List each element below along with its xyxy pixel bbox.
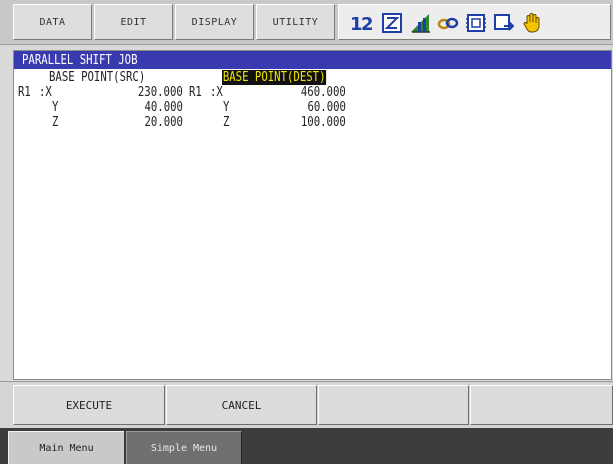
display-menu-button[interactable]: DISPLAY — [175, 4, 254, 40]
src-base-point-header: BASE POINT(SRC) — [49, 70, 146, 85]
svg-text:2: 2 — [361, 14, 374, 34]
execute-button[interactable]: EXECUTE — [13, 385, 165, 425]
data-menu-button[interactable]: DATA — [13, 4, 92, 40]
window-title: PARALLEL SHIFT JOB — [22, 53, 138, 68]
dest-header-highlight: BASE POINT(DEST) — [222, 70, 327, 85]
dest-z-value[interactable]: 100.000 — [301, 115, 346, 130]
memory-icon — [466, 14, 486, 32]
top-menu-bar: DATA EDIT DISPLAY UTILITY 1 2 — [0, 0, 613, 45]
dest-x-label: :X — [210, 85, 223, 100]
main-menu-button[interactable]: Main Menu — [8, 431, 124, 464]
src-z-label: Z — [52, 115, 59, 130]
link-icon — [437, 17, 459, 30]
src-y-label: Y — [52, 100, 59, 115]
dest-z-label: Z — [223, 115, 230, 130]
dest-x-value[interactable]: 460.000 — [301, 85, 346, 100]
src-z-value[interactable]: 20.000 — [144, 115, 183, 130]
function-key-3[interactable] — [318, 385, 469, 425]
function-key-bar: EXECUTE CANCEL — [0, 381, 613, 428]
window-title-bar: PARALLEL SHIFT JOB — [14, 51, 611, 69]
edit-menu-button[interactable]: EDIT — [94, 4, 173, 40]
screen-transfer-icon — [494, 14, 515, 31]
dest-base-point-header: BASE POINT(DEST) — [222, 70, 327, 85]
hand-stop-icon — [523, 13, 540, 33]
src-x-value[interactable]: 230.000 — [138, 85, 183, 100]
dest-y-label: Y — [223, 100, 230, 115]
simple-menu-button[interactable]: Simple Menu — [126, 431, 242, 464]
src-robot-label: R1 — [18, 85, 31, 100]
dest-robot-label: R1 — [189, 85, 202, 100]
edit-lock-icon — [382, 13, 402, 33]
chart-tool-icon — [411, 14, 430, 33]
cancel-button[interactable]: CANCEL — [166, 385, 317, 425]
dest-y-value[interactable]: 60.000 — [307, 100, 346, 115]
parallel-shift-job-window: PARALLEL SHIFT JOB BASE POINT(SRC) BASE … — [13, 50, 612, 380]
function-key-4[interactable] — [470, 385, 613, 425]
bottom-menu-bar: Main Menu Simple Menu — [0, 428, 613, 464]
src-y-value[interactable]: 40.000 — [144, 100, 183, 115]
cycle-number-icon: 1 2 — [350, 14, 374, 34]
src-x-label: :X — [39, 85, 52, 100]
utility-menu-button[interactable]: UTILITY — [256, 4, 335, 40]
status-icon-bar: 1 2 — [338, 4, 611, 40]
